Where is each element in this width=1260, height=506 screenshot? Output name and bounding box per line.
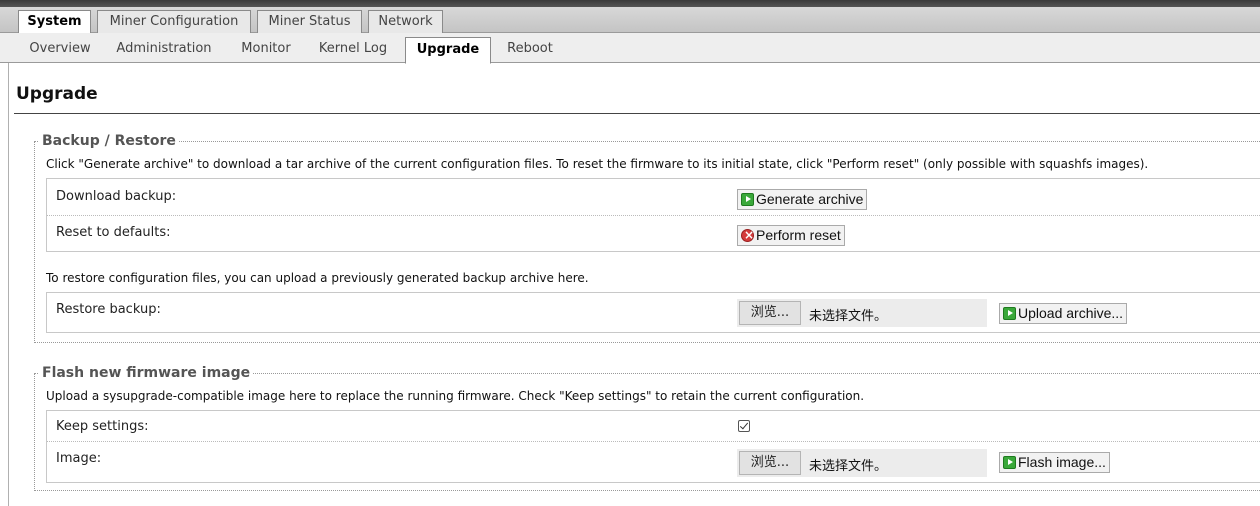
- download-backup-label: Download backup:: [56, 189, 177, 204]
- keep-settings-label: Keep settings:: [56, 419, 149, 434]
- image-row: Image: 浏览... 未选择文件。 Flash image...: [47, 442, 1260, 483]
- restore-rows: Restore backup: 浏览... 未选择文件。 Upload arch…: [46, 292, 1260, 333]
- backup-restore-legend: Backup / Restore: [42, 133, 176, 149]
- reset-icon: [741, 226, 754, 245]
- no-file-selected-text: 未选择文件。: [809, 309, 888, 324]
- generate-archive-button[interactable]: Generate archive: [737, 189, 868, 210]
- perform-reset-label: Perform reset: [756, 227, 841, 243]
- firmware-file-input[interactable]: 浏览... 未选择文件。: [737, 449, 987, 477]
- reset-defaults-label: Reset to defaults:: [56, 225, 171, 240]
- tab-miner-configuration[interactable]: Miner Configuration: [97, 10, 251, 33]
- flash-image-label: Flash image...: [1018, 454, 1106, 470]
- main-tab-bar: System Miner Configuration Miner Status …: [0, 7, 1260, 34]
- flash-rows: Keep settings: Image: 浏览... 未选择文件。 Flash…: [46, 410, 1260, 483]
- image-label: Image:: [56, 451, 102, 466]
- play-icon: [1003, 307, 1016, 320]
- play-icon: [741, 193, 754, 206]
- flash-description: Upload a sysupgrade-compatible image her…: [46, 389, 865, 403]
- content-left-border: [8, 63, 9, 506]
- subtab-monitor[interactable]: Monitor: [232, 37, 300, 62]
- backup-description: Click "Generate archive" to download a t…: [46, 157, 1149, 171]
- play-icon: [1003, 456, 1016, 469]
- keep-settings-row: Keep settings:: [47, 411, 1260, 441]
- flash-image-button[interactable]: Flash image...: [999, 452, 1110, 473]
- tab-miner-status[interactable]: Miner Status: [257, 10, 362, 33]
- top-bar: [0, 0, 1260, 7]
- flash-firmware-legend: Flash new firmware image: [42, 365, 251, 381]
- browse-button[interactable]: 浏览...: [739, 301, 801, 325]
- reset-defaults-row: Reset to defaults: Perform reset: [47, 216, 1260, 252]
- subtab-upgrade[interactable]: Upgrade: [405, 37, 491, 64]
- download-backup-row: Download backup: Generate archive: [47, 179, 1260, 215]
- restore-backup-label: Restore backup:: [56, 302, 161, 317]
- restore-description: To restore configuration files, you can …: [46, 271, 589, 285]
- upload-archive-label: Upload archive...: [1018, 305, 1124, 321]
- upload-archive-button[interactable]: Upload archive...: [999, 303, 1128, 324]
- perform-reset-button[interactable]: Perform reset: [737, 225, 845, 246]
- sub-tab-bar: Overview Administration Monitor Kernel L…: [0, 33, 1260, 64]
- subtab-overview[interactable]: Overview: [22, 37, 98, 62]
- page-title: Upgrade: [16, 84, 98, 104]
- backup-rows: Download backup: Generate archive Reset …: [46, 178, 1260, 252]
- subtab-reboot[interactable]: Reboot: [497, 37, 563, 62]
- generate-archive-label: Generate archive: [756, 191, 864, 207]
- title-divider: [14, 113, 1260, 114]
- keep-settings-checkbox[interactable]: [738, 420, 750, 432]
- tab-system[interactable]: System: [18, 10, 91, 34]
- subtab-administration[interactable]: Administration: [108, 37, 220, 62]
- restore-file-input[interactable]: 浏览... 未选择文件。: [737, 299, 987, 327]
- no-file-selected-text: 未选择文件。: [809, 459, 888, 474]
- tab-network[interactable]: Network: [368, 10, 443, 33]
- browse-button[interactable]: 浏览...: [739, 451, 801, 475]
- subtab-kernel-log[interactable]: Kernel Log: [308, 37, 398, 62]
